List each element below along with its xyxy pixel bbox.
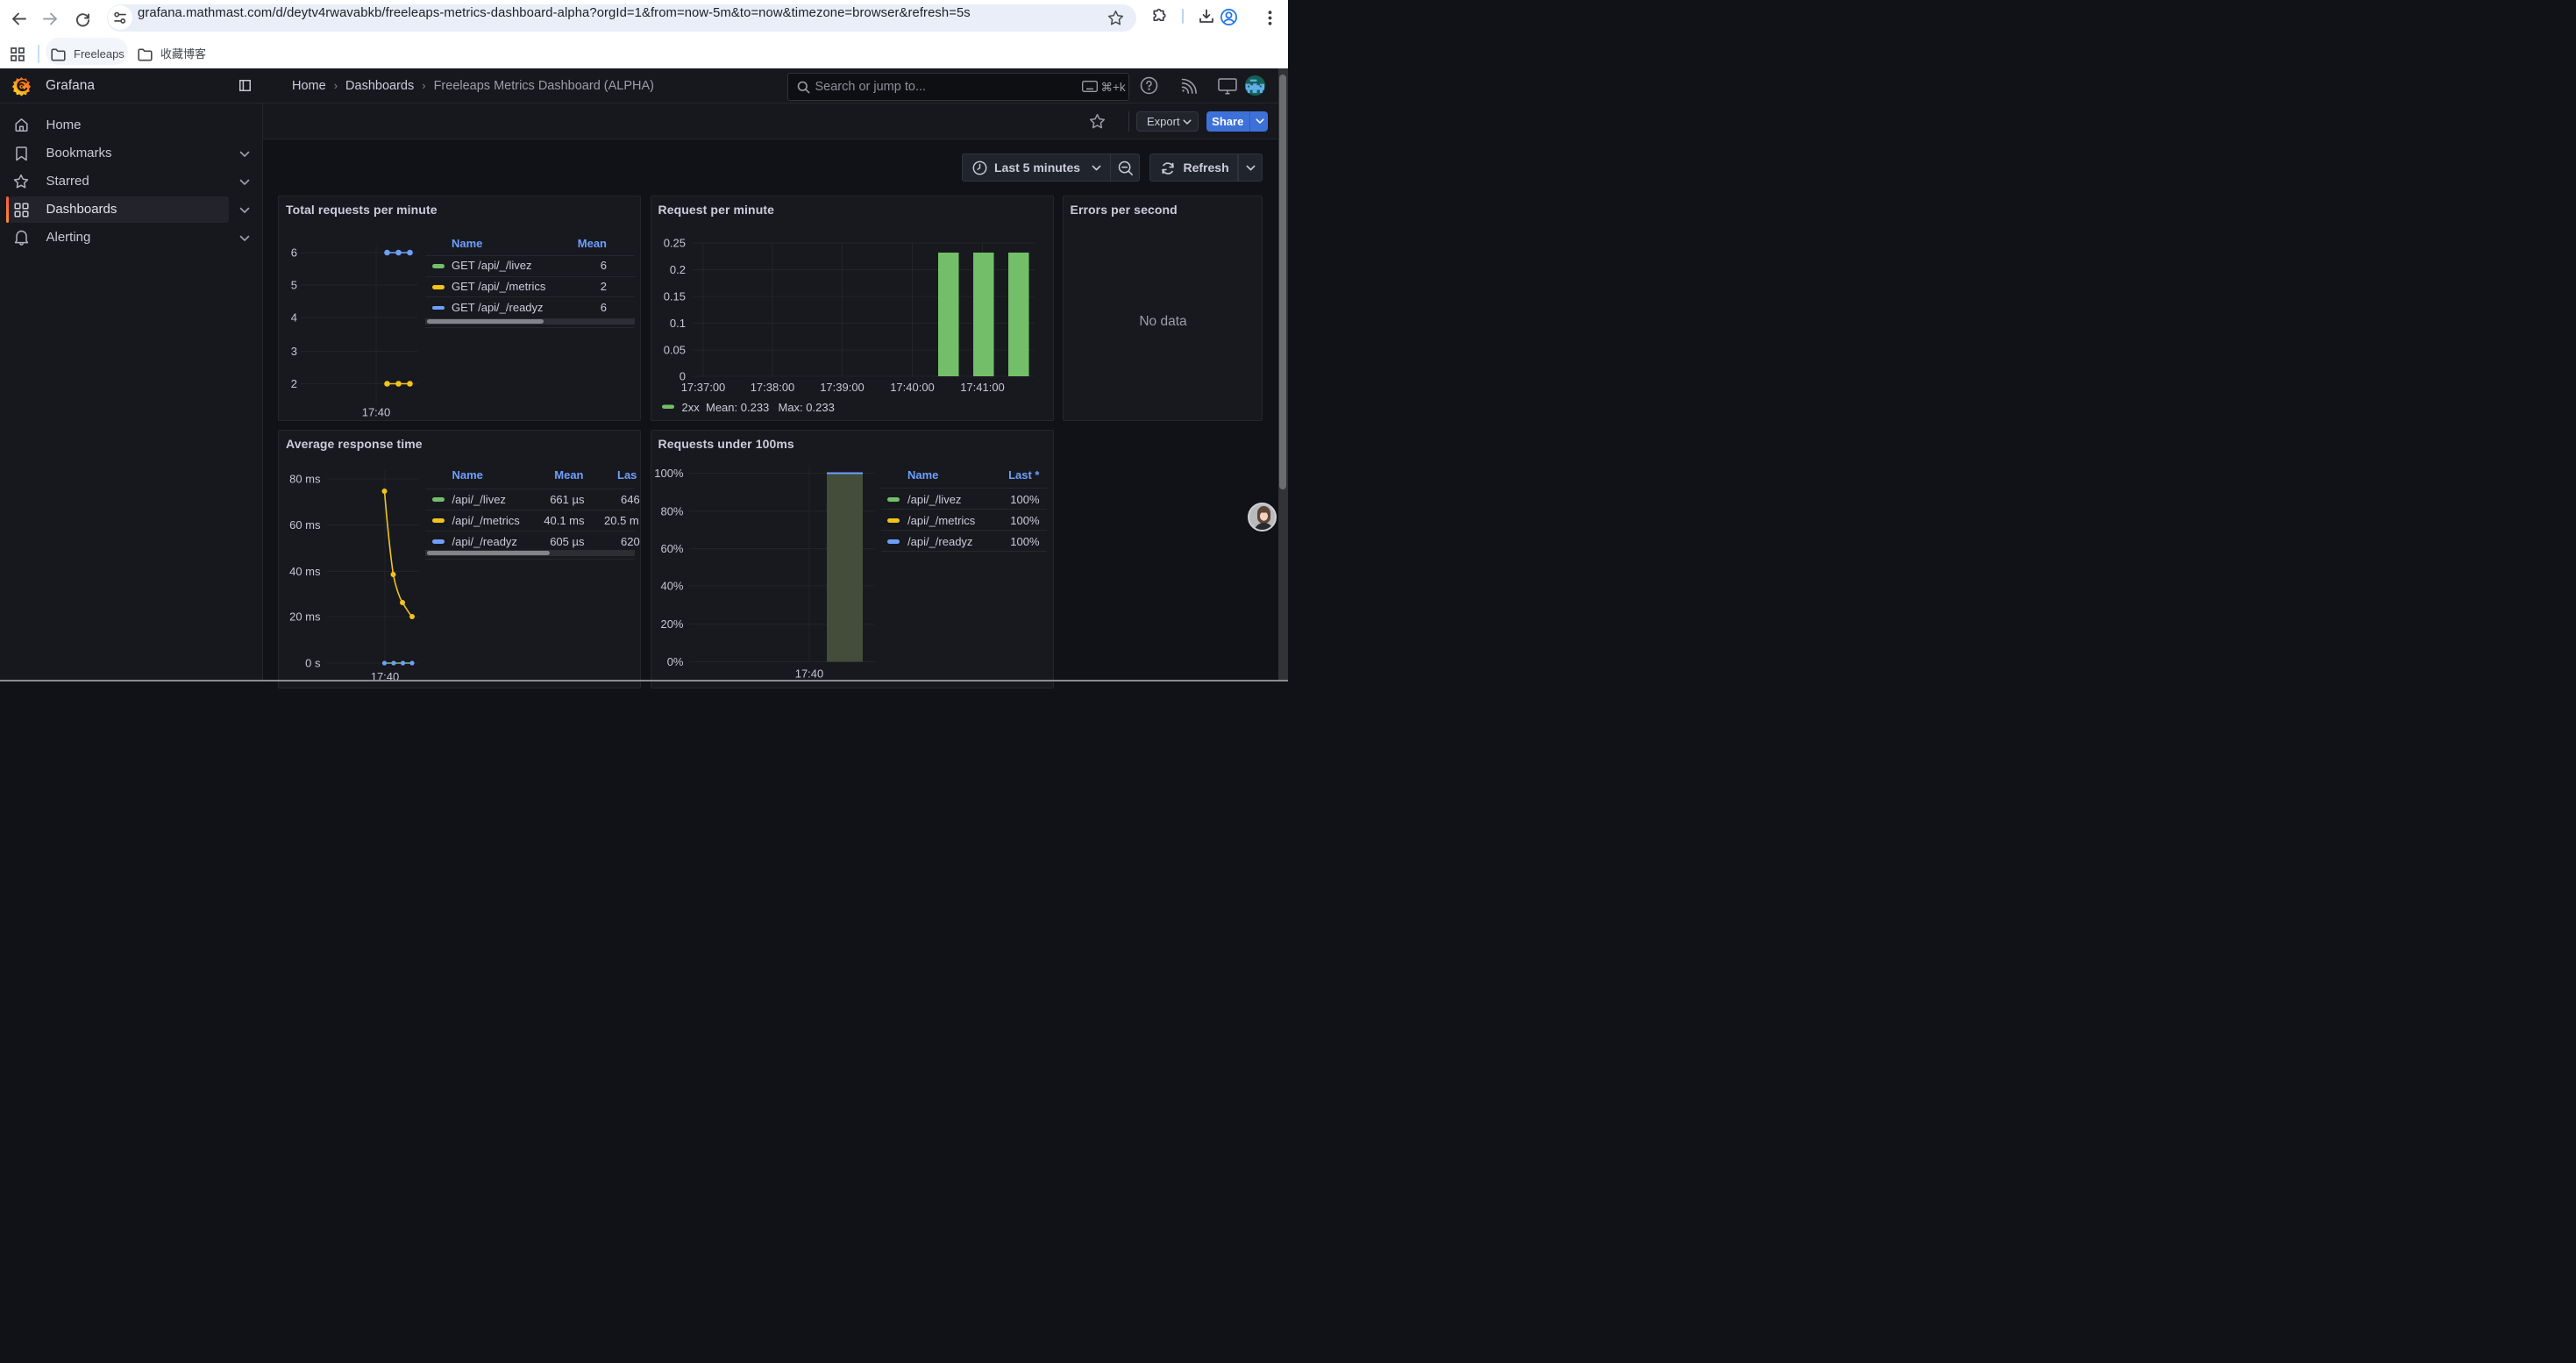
svg-text:2xx: 2xx — [681, 401, 700, 414]
svg-text:0.1: 0.1 — [669, 317, 685, 330]
svg-text:80 ms: 80 ms — [289, 472, 321, 485]
svg-text:0 s: 0 s — [305, 656, 321, 669]
svg-text:Mean: 0.233: Mean: 0.233 — [706, 401, 769, 414]
svg-text:5: 5 — [291, 279, 297, 292]
svg-text:3: 3 — [291, 345, 297, 358]
svg-text:4: 4 — [291, 311, 297, 325]
svg-text:17:38:00: 17:38:00 — [750, 381, 794, 394]
svg-text:0%: 0% — [666, 655, 683, 668]
svg-text:17:39:00: 17:39:00 — [820, 381, 865, 394]
svg-text:80%: 80% — [660, 504, 683, 517]
svg-text:0.05: 0.05 — [663, 344, 685, 357]
svg-text:0.25: 0.25 — [663, 237, 685, 250]
svg-text:40 ms: 40 ms — [289, 565, 321, 578]
svg-text:0.15: 0.15 — [663, 290, 685, 303]
svg-text:20%: 20% — [660, 617, 683, 631]
svg-text:20 ms: 20 ms — [289, 610, 321, 623]
svg-text:17:41:00: 17:41:00 — [960, 381, 1005, 394]
svg-text:2: 2 — [291, 377, 297, 390]
svg-text:40%: 40% — [660, 579, 683, 592]
svg-text:17:40: 17:40 — [362, 406, 391, 419]
svg-text:0.2: 0.2 — [669, 263, 685, 276]
svg-text:17:37:00: 17:37:00 — [680, 381, 725, 394]
svg-text:60%: 60% — [660, 542, 683, 555]
svg-text:Max: 0.233: Max: 0.233 — [778, 401, 834, 414]
svg-text:6: 6 — [291, 246, 297, 260]
svg-text:17:40:00: 17:40:00 — [890, 381, 935, 394]
svg-text:100%: 100% — [654, 467, 684, 480]
svg-text:17:40: 17:40 — [794, 667, 823, 680]
svg-text:60 ms: 60 ms — [289, 518, 321, 532]
